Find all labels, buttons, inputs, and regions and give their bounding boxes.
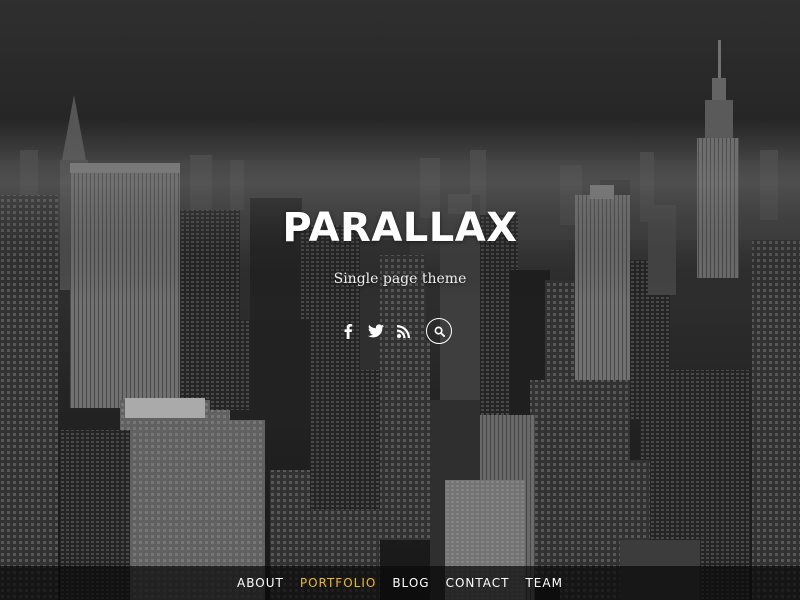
hero-section: PARALLAX Single page theme ABOUT PORTFOL… xyxy=(0,0,800,600)
site-tagline: Single page theme xyxy=(333,271,467,287)
nav-blog[interactable]: BLOG xyxy=(392,576,429,590)
social-links xyxy=(334,318,452,344)
rss-icon[interactable] xyxy=(390,318,418,344)
nav-about[interactable]: ABOUT xyxy=(237,576,284,590)
nav-portfolio[interactable]: PORTFOLIO xyxy=(300,576,377,590)
site-title: PARALLAX xyxy=(282,205,518,251)
search-button[interactable] xyxy=(426,318,452,344)
nav-contact[interactable]: CONTACT xyxy=(446,576,510,590)
dark-overlay xyxy=(0,0,800,600)
twitter-icon[interactable] xyxy=(362,318,390,344)
main-nav: ABOUT PORTFOLIO BLOG CONTACT TEAM xyxy=(0,566,800,600)
nav-team[interactable]: TEAM xyxy=(525,576,562,590)
facebook-icon[interactable] xyxy=(334,318,362,344)
search-icon xyxy=(434,326,445,337)
